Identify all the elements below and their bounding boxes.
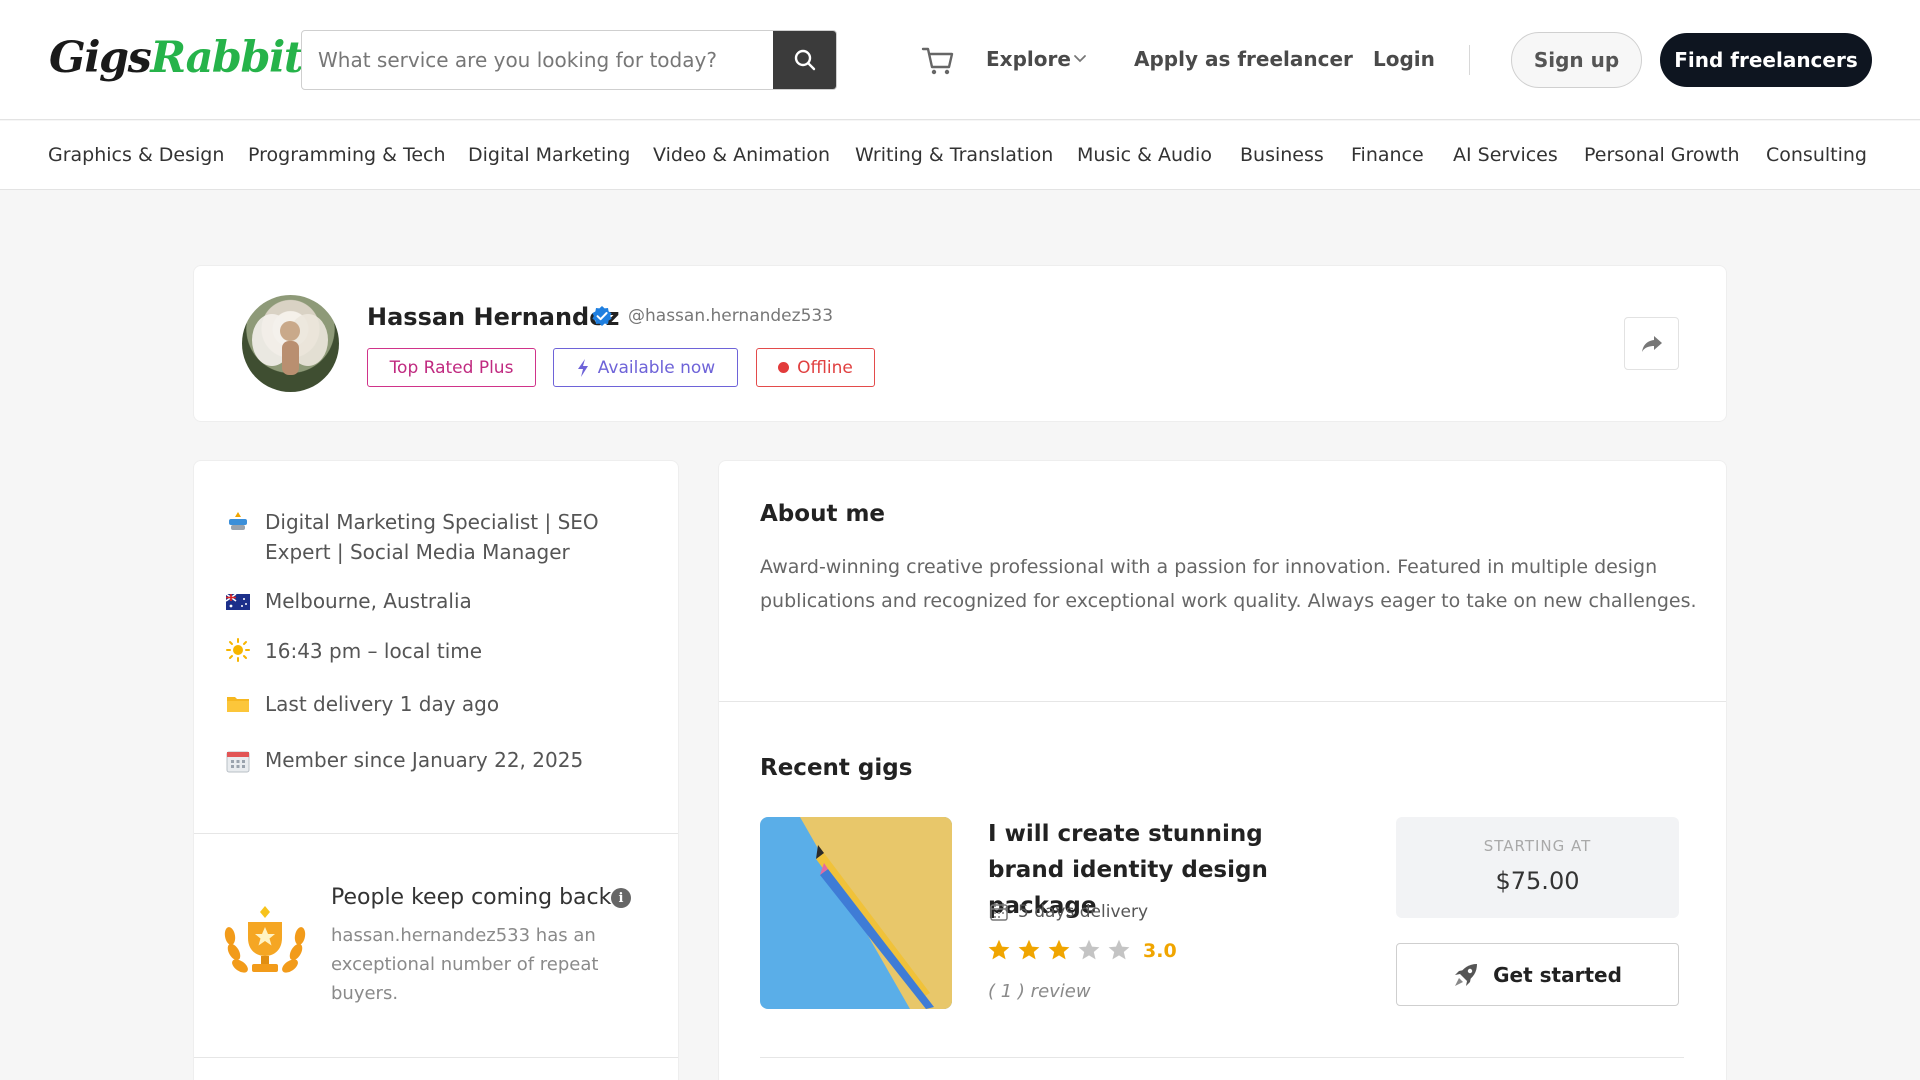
offline-badge: Offline <box>756 348 875 387</box>
category-finance[interactable]: Finance <box>1351 140 1424 170</box>
category-programming-tech[interactable]: Programming & Tech <box>248 140 446 170</box>
rating-value: 3.0 <box>1143 940 1177 962</box>
gig-thumbnail[interactable] <box>760 817 952 1009</box>
repeat-buyers-desc: hassan.hernandez533 has an exceptional n… <box>331 925 599 1004</box>
category-music-audio[interactable]: Music & Audio <box>1077 140 1212 170</box>
gig-divider <box>760 1057 1684 1058</box>
repeat-buyers-title: People keep coming back <box>331 885 612 910</box>
starting-at-label: STARTING AT <box>1483 837 1592 855</box>
review-count[interactable]: ( 1 ) review <box>988 979 1091 1005</box>
category-business[interactable]: Business <box>1240 140 1324 170</box>
category-ai-services[interactable]: AI Services <box>1453 140 1558 170</box>
category-consulting[interactable]: Consulting <box>1766 140 1867 170</box>
avatar <box>242 295 339 392</box>
star-icon <box>988 939 1010 960</box>
search-input[interactable] <box>302 31 774 89</box>
info-divider-bottom <box>194 1057 678 1058</box>
category-digital-marketing[interactable]: Digital Marketing <box>468 140 630 170</box>
verified-icon <box>592 306 612 326</box>
share-icon <box>1641 335 1662 352</box>
nav-apply-freelancer[interactable]: Apply as freelancer <box>1134 44 1353 74</box>
get-started-button[interactable]: Get started <box>1396 943 1679 1006</box>
star-icon <box>1078 939 1100 960</box>
about-text: Award-winning creative professional with… <box>760 556 1697 612</box>
top-header: GigsRabbit Explore Apply as freelancer L… <box>0 0 1920 120</box>
australia-flag-icon <box>225 593 250 610</box>
delivery-time: 5 days delivery <box>1018 902 1149 922</box>
search-button[interactable] <box>773 31 836 89</box>
header-divider <box>1469 45 1470 75</box>
star-icon <box>1048 939 1070 960</box>
signup-button[interactable]: Sign up <box>1511 32 1642 88</box>
category-bar: Graphics & Design Programming & Tech Dig… <box>0 121 1920 190</box>
sun-icon <box>226 638 250 662</box>
local-time-text: 16:43 pm – local time <box>265 639 483 663</box>
star-icon <box>1108 939 1130 960</box>
info-icon[interactable]: i <box>611 888 631 908</box>
info-divider <box>194 833 678 834</box>
recent-gigs-title: Recent gigs <box>760 755 913 781</box>
star-rating <box>987 938 1131 962</box>
search-icon <box>794 49 815 71</box>
logo[interactable]: GigsRabbit <box>49 30 304 86</box>
category-graphics-design[interactable]: Graphics & Design <box>48 140 224 170</box>
chevron-down-icon[interactable] <box>1072 50 1088 66</box>
member-since-text: Member since January 22, 2025 <box>265 748 584 772</box>
lightning-icon <box>577 358 588 377</box>
calendar-icon <box>990 903 1008 921</box>
profile-title-line1: Digital Marketing Specialist | SEO <box>265 510 599 534</box>
search-bar <box>301 30 837 90</box>
last-delivery-text: Last delivery 1 day ago <box>265 692 500 716</box>
calendar-icon <box>226 751 250 773</box>
share-button[interactable] <box>1624 317 1679 370</box>
profile-card <box>193 265 1727 422</box>
nav-login[interactable]: Login <box>1373 44 1435 74</box>
gig-price: $75.00 <box>1495 867 1580 895</box>
folder-icon <box>227 697 249 712</box>
profile-title-line2: Expert | Social Media Manager <box>265 540 570 564</box>
find-freelancers-button[interactable]: Find freelancers <box>1660 33 1872 87</box>
star-icon <box>1018 939 1040 960</box>
about-divider <box>719 701 1726 702</box>
cart-icon[interactable] <box>920 42 956 78</box>
nav-explore[interactable]: Explore <box>986 44 1071 74</box>
location-text: Melbourne, Australia <box>265 589 472 613</box>
price-box: STARTING AT $75.00 <box>1396 817 1679 918</box>
status-dot-icon <box>778 362 790 373</box>
rocket-icon <box>1455 963 1478 986</box>
category-video-animation[interactable]: Video & Animation <box>653 140 830 170</box>
trophy-icon <box>224 906 306 973</box>
top-rated-badge: Top Rated Plus <box>367 348 536 387</box>
about-title: About me <box>760 501 886 527</box>
profile-handle: @hassan.hernandez533 <box>628 306 834 326</box>
category-writing-translation[interactable]: Writing & Translation <box>855 140 1053 170</box>
profile-name: Hassan Hernandez <box>367 303 620 331</box>
job-icon <box>229 512 247 530</box>
available-badge: Available now <box>553 348 738 387</box>
category-personal-growth[interactable]: Personal Growth <box>1584 140 1740 170</box>
